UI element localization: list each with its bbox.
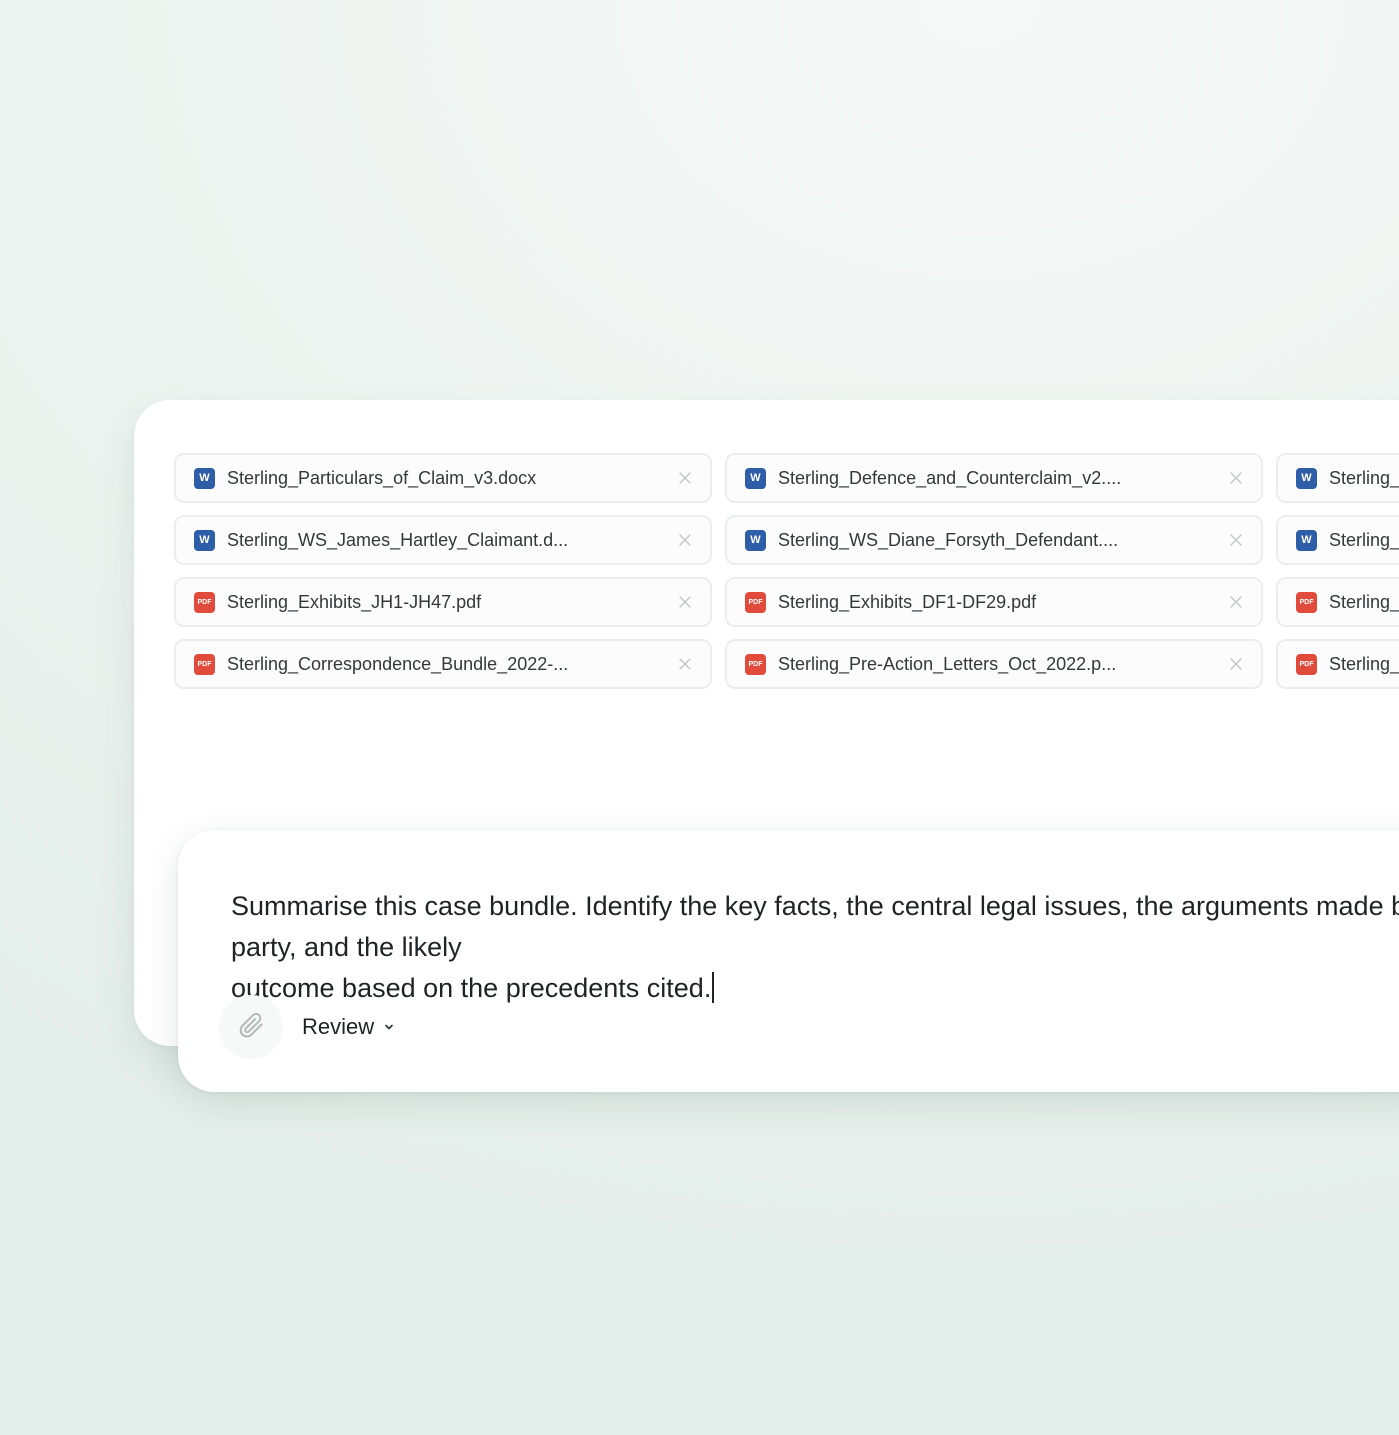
attachment-chip[interactable]: PDF Sterling_ xyxy=(1276,639,1399,689)
attachment-chip[interactable]: W Sterling_Defence_and_Counterclaim_v2...… xyxy=(725,453,1263,503)
attachment-filename: Sterling_ xyxy=(1329,467,1399,488)
attachment-filename: Sterling_Pre-Action_Letters_Oct_2022.p..… xyxy=(778,653,1117,674)
mode-dropdown[interactable]: Review xyxy=(302,1012,395,1042)
remove-attachment-icon[interactable] xyxy=(1227,655,1245,673)
attachment-chip[interactable]: PDF Sterling_Pre-Action_Letters_Oct_2022.… xyxy=(725,639,1263,689)
page-background: W Sterling_Particulars_of_Claim_v3.docx W S… xyxy=(0,0,1399,1435)
prompt-input[interactable]: Summarise this case bundle. Identify the… xyxy=(231,886,1399,1009)
attachments-grid: W Sterling_Particulars_of_Claim_v3.docx W S… xyxy=(174,453,1399,689)
pdf-doc-icon: PDF xyxy=(1296,591,1317,613)
attachment-filename: Sterling_ xyxy=(1329,591,1399,612)
remove-attachment-icon[interactable] xyxy=(1227,593,1245,611)
attachment-chip[interactable]: W Sterling_ xyxy=(1276,515,1399,565)
attachment-filename: Sterling_ xyxy=(1329,653,1399,674)
attachment-filename: Sterling_ xyxy=(1329,529,1399,550)
attachment-filename: Sterling_Defence_and_Counterclaim_v2.... xyxy=(778,467,1122,488)
remove-attachment-icon[interactable] xyxy=(676,655,694,673)
remove-attachment-icon[interactable] xyxy=(676,593,694,611)
prompt-text: Summarise this case bundle. Identify the… xyxy=(231,891,1399,1003)
attachment-chip[interactable]: W Sterling_WS_Diane_Forsyth_Defendant.... xyxy=(725,515,1263,565)
attachment-filename: Sterling_Particulars_of_Claim_v3.docx xyxy=(227,467,537,488)
mode-label: Review xyxy=(302,1014,375,1039)
word-doc-icon: W xyxy=(1296,467,1317,489)
word-doc-icon: W xyxy=(745,467,766,489)
text-cursor xyxy=(712,972,715,1003)
remove-attachment-icon[interactable] xyxy=(1227,531,1245,549)
chevron-down-icon xyxy=(383,1021,395,1033)
attachment-filename: Sterling_Exhibits_DF1-DF29.pdf xyxy=(778,591,1037,612)
attachment-chip[interactable]: PDF Sterling_Exhibits_DF1-DF29.pdf xyxy=(725,577,1263,627)
attachment-filename: Sterling_Exhibits_JH1-JH47.pdf xyxy=(227,591,482,612)
attachment-chip[interactable]: PDF Sterling_ xyxy=(1276,577,1399,627)
remove-attachment-icon[interactable] xyxy=(676,469,694,487)
attachment-chip[interactable]: PDF Sterling_Correspondence_Bundle_2022-.… xyxy=(174,639,712,689)
attachment-chip[interactable]: PDF Sterling_Exhibits_JH1-JH47.pdf xyxy=(174,577,712,627)
paperclip-icon xyxy=(236,1010,266,1045)
pdf-doc-icon: PDF xyxy=(194,591,215,613)
attachment-chip[interactable]: W Sterling_ xyxy=(1276,453,1399,503)
word-doc-icon: W xyxy=(745,529,766,551)
pdf-doc-icon: PDF xyxy=(745,591,766,613)
word-doc-icon: W xyxy=(194,467,215,489)
pdf-doc-icon: PDF xyxy=(1296,653,1317,675)
attach-button[interactable] xyxy=(219,995,283,1059)
attachment-filename: Sterling_Correspondence_Bundle_2022-... xyxy=(227,653,569,674)
word-doc-icon: W xyxy=(194,529,215,551)
remove-attachment-icon[interactable] xyxy=(676,531,694,549)
attachment-chip[interactable]: W Sterling_WS_James_Hartley_Claimant.d... xyxy=(174,515,712,565)
word-doc-icon: W xyxy=(1296,529,1317,551)
pdf-doc-icon: PDF xyxy=(745,653,766,675)
attachment-filename: Sterling_WS_James_Hartley_Claimant.d... xyxy=(227,529,569,550)
pdf-doc-icon: PDF xyxy=(194,653,215,675)
remove-attachment-icon[interactable] xyxy=(1227,469,1245,487)
attachment-chip[interactable]: W Sterling_Particulars_of_Claim_v3.docx xyxy=(174,453,712,503)
attachment-filename: Sterling_WS_Diane_Forsyth_Defendant.... xyxy=(778,529,1119,550)
prompt-composer: Summarise this case bundle. Identify the… xyxy=(178,830,1399,1092)
